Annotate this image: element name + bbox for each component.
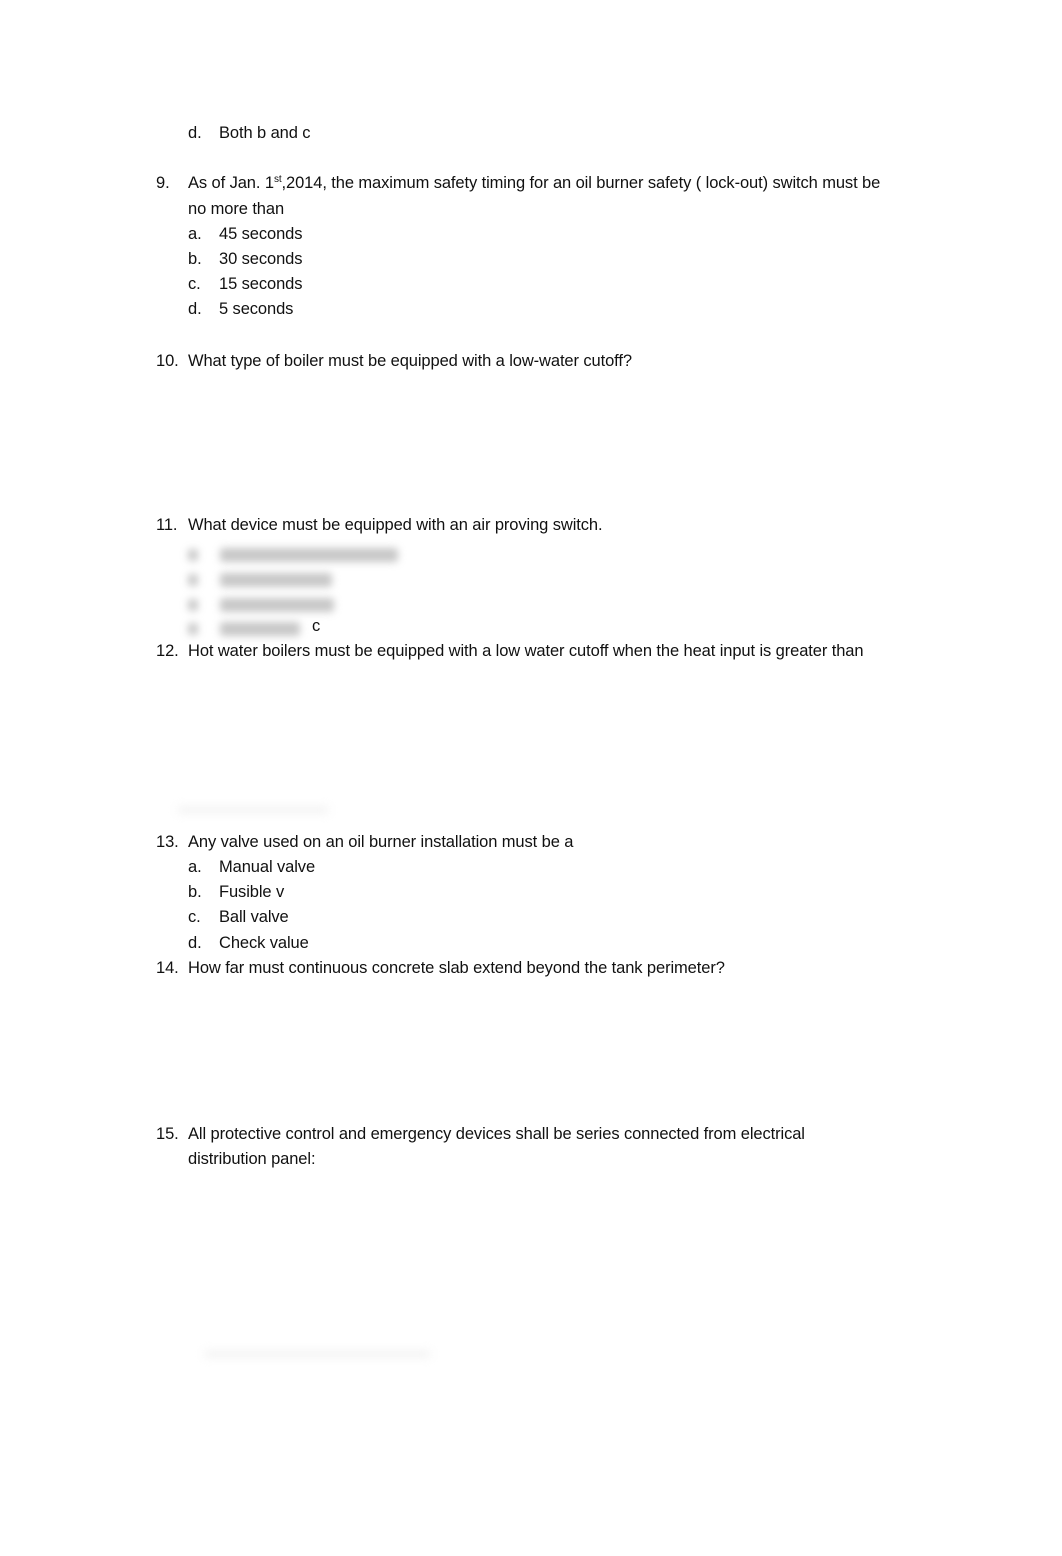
option-text: Both b and c	[219, 124, 311, 142]
option-label: c.	[188, 275, 201, 293]
option-label: d.	[188, 124, 202, 142]
question-number: 15.	[156, 1125, 179, 1143]
option-text: Ball valve	[219, 908, 289, 926]
blurred-option-label	[188, 549, 198, 561]
option-text: Fusible v	[219, 883, 285, 901]
question-text: Hot water boilers must be equipped with …	[188, 642, 864, 660]
option-label: d.	[188, 934, 202, 952]
option-text: 15 seconds	[219, 275, 303, 293]
question-text: How far must continuous concrete slab ex…	[188, 959, 725, 977]
option-text: 45 seconds	[219, 225, 303, 243]
question-number: 11.	[156, 516, 178, 534]
question-number: 12.	[156, 642, 179, 660]
question-text: What type of boiler must be equipped wit…	[188, 352, 632, 370]
question-text: What device must be equipped with an air…	[188, 516, 603, 534]
blurred-option-label	[188, 623, 198, 635]
option-label: c.	[188, 908, 201, 926]
question-number: 9.	[156, 174, 170, 192]
option-label: b.	[188, 883, 202, 901]
question-text: Any valve used on an oil burner installa…	[188, 833, 574, 851]
option-label: a.	[188, 225, 202, 243]
answer-mark: c	[312, 617, 321, 635]
option-text: Manual valve	[219, 858, 316, 876]
question-text: All protective control and emergency dev…	[188, 1125, 805, 1143]
question-text-part: As of Jan. 1	[188, 174, 274, 192]
question-number: 13.	[156, 833, 179, 851]
option-text: 5 seconds	[219, 300, 294, 318]
blurred-option-text	[220, 598, 334, 612]
question-text-part: ,2014, the maximum safety timing for an …	[281, 174, 881, 192]
ordinal-superscript: st	[273, 174, 282, 185]
question-text: As of Jan. 1st,2014, the maximum safety …	[188, 173, 880, 193]
blurred-answer-remnant	[178, 808, 328, 812]
question-text-continued: distribution panel:	[188, 1150, 316, 1168]
document-page: d. Both b and c 9. As of Jan. 1st,2014, …	[0, 0, 1062, 1556]
option-label: a.	[188, 858, 202, 876]
blurred-option-text	[220, 622, 300, 636]
question-text-continued: no more than	[188, 200, 285, 218]
blurred-option-label	[188, 574, 198, 586]
option-text: Check value	[219, 934, 309, 952]
option-label: d.	[188, 300, 202, 318]
question-number: 10.	[156, 352, 179, 370]
option-text: 30 seconds	[219, 250, 303, 268]
blurred-answer-remnant	[205, 1352, 430, 1356]
blurred-option-label	[188, 599, 198, 611]
option-label: b.	[188, 250, 202, 268]
blurred-option-text	[220, 548, 398, 562]
question-number: 14.	[156, 959, 179, 977]
blurred-option-text	[220, 573, 332, 587]
